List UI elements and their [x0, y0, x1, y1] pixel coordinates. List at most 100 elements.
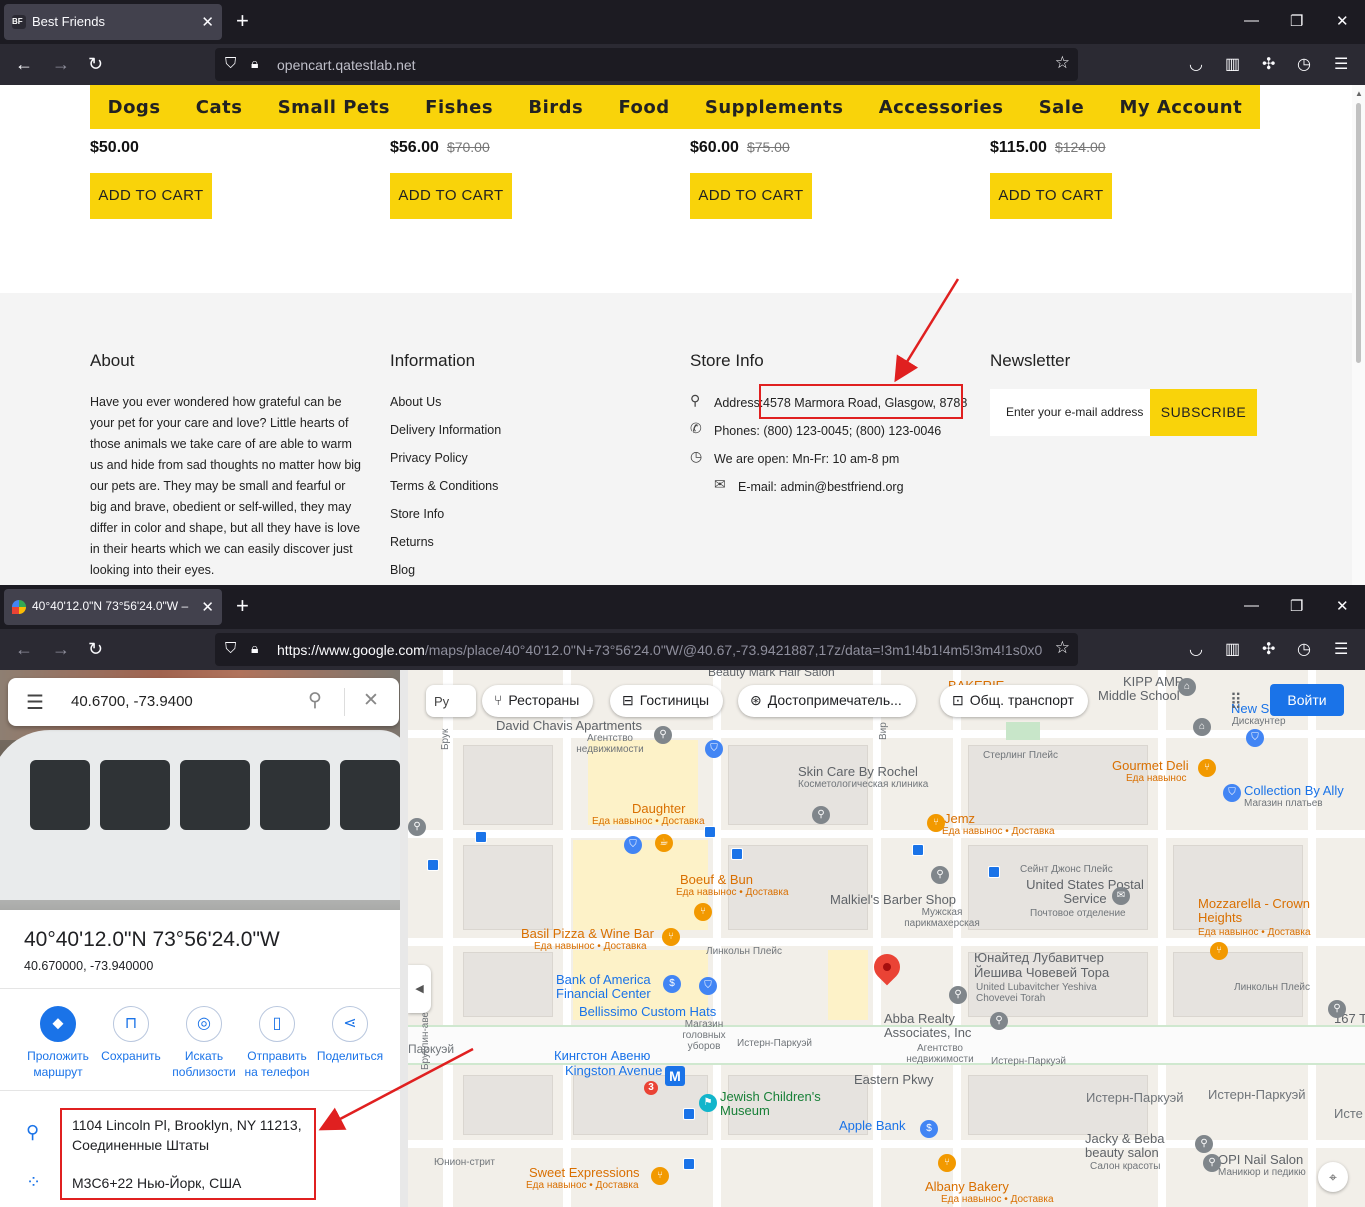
search-icon[interactable]: ⚲: [308, 689, 322, 712]
pocket-icon[interactable]: ◡: [1189, 639, 1203, 659]
link-privacy-policy[interactable]: Privacy Policy: [390, 451, 468, 465]
scroll-thumb[interactable]: [1356, 103, 1361, 363]
subscribe-button[interactable]: SUBSCRIBE: [1150, 389, 1257, 436]
map-label[interactable]: Albany Bakery: [925, 1179, 1009, 1194]
map-label[interactable]: Skin Care By Rochel: [798, 764, 918, 779]
bus-stop-icon[interactable]: [683, 1108, 695, 1120]
menu-my-account[interactable]: My Account: [1119, 97, 1242, 118]
map-label[interactable]: Юнайтед Лубавитчер Йешива Човевей Тора: [974, 950, 1134, 980]
add-to-cart-button[interactable]: ADD TO CART: [990, 173, 1112, 219]
address-bar[interactable]: ⛉ 🔒︎ opencart.qatestlab.net ☆: [215, 48, 1078, 81]
menu-icon[interactable]: ☰: [26, 690, 44, 715]
reader-view-icon[interactable]: ▥: [1225, 54, 1240, 74]
bus-stop-icon[interactable]: [427, 859, 439, 871]
newsletter-email-input[interactable]: Enter your e-mail address: [990, 389, 1150, 436]
map-label[interactable]: Bank of America Financial Center: [556, 973, 676, 1001]
map-label[interactable]: Mozzarella - Crown Heights: [1198, 897, 1318, 925]
restaurant-icon[interactable]: ⑂: [938, 1154, 956, 1172]
map-label[interactable]: Malkiel's Barber Shop: [830, 892, 956, 907]
bus-stop-icon[interactable]: [704, 826, 716, 838]
bookmark-star-icon[interactable]: ☆: [1055, 53, 1070, 73]
bookmark-star-icon[interactable]: ☆: [1055, 638, 1070, 658]
map-label[interactable]: David Chavis Apartments: [496, 718, 642, 733]
real-estate-icon[interactable]: ⚲: [654, 726, 672, 744]
cafe-icon[interactable]: ☕︎: [655, 834, 673, 852]
sign-in-button[interactable]: Войти: [1270, 684, 1344, 716]
map-label[interactable]: Apple Bank: [839, 1118, 906, 1133]
place-icon[interactable]: ⚲: [1328, 1000, 1346, 1018]
salon-icon[interactable]: ⚲: [1195, 1135, 1213, 1153]
close-window-icon[interactable]: ✕: [1336, 597, 1349, 615]
map-label[interactable]: Sweet Expressions: [529, 1165, 640, 1180]
school-icon[interactable]: ⚲: [949, 986, 967, 1004]
chip-restaurants[interactable]: ⑂ Рестораны: [482, 685, 594, 717]
map-label[interactable]: Middle School: [1098, 688, 1180, 703]
send-to-phone-button[interactable]: ▯ Отправить на телефон: [239, 1006, 315, 1080]
subway-station-icon[interactable]: M: [665, 1066, 685, 1086]
add-to-cart-button[interactable]: ADD TO CART: [390, 173, 512, 219]
app-menu-icon[interactable]: ☰: [1334, 639, 1348, 659]
nearby-button[interactable]: ◎ Искать поблизости: [166, 1006, 242, 1080]
url-text[interactable]: https://www.google.com/maps/place/40°40'…: [277, 642, 1047, 658]
map-label[interactable]: Daughter: [632, 801, 685, 816]
shield-icon[interactable]: ⛉: [225, 55, 236, 72]
minimize-icon[interactable]: —: [1244, 597, 1259, 614]
minimize-icon[interactable]: —: [1244, 12, 1259, 29]
close-icon[interactable]: ✕: [363, 689, 379, 712]
back-icon[interactable]: ←: [15, 639, 33, 659]
extensions-icon[interactable]: ✣: [1262, 639, 1275, 659]
link-store-info[interactable]: Store Info: [390, 507, 444, 521]
post-office-icon[interactable]: ✉: [1112, 887, 1130, 905]
map-label[interactable]: Boeuf & Bun: [680, 872, 753, 887]
map-label[interactable]: Collection By Ally: [1244, 783, 1344, 798]
lock-icon[interactable]: 🔒︎: [251, 55, 258, 72]
museum-icon[interactable]: ⚑: [699, 1094, 717, 1112]
restaurant-icon[interactable]: ⑂: [662, 928, 680, 946]
bus-stop-icon[interactable]: [988, 866, 1000, 878]
map-label[interactable]: Jacky & Beba beauty salon: [1085, 1132, 1185, 1160]
restore-icon[interactable]: ❐: [1290, 597, 1303, 615]
map-label[interactable]: Abba Realty Associates, Inc: [884, 1012, 994, 1040]
history-icon[interactable]: ◷: [1297, 639, 1311, 659]
scroll-up-icon[interactable]: ▲: [1355, 89, 1363, 98]
close-tab-icon[interactable]: ✕: [201, 13, 214, 31]
menu-cats[interactable]: Cats: [196, 97, 243, 118]
link-returns[interactable]: Returns: [390, 535, 434, 549]
map-label[interactable]: KIPP AMP: [1123, 674, 1183, 689]
tab-google-maps[interactable]: 40°40'12.0"N 73°56'24.0"W – Go ✕: [4, 589, 222, 625]
search-input[interactable]: 40.6700, -73.9400: [71, 693, 193, 710]
restore-icon[interactable]: ❐: [1290, 12, 1303, 30]
map-canvas[interactable]: Beauty Mark Hair Salon BAKERIE KIPP AMP …: [408, 670, 1365, 1207]
shopping-icon[interactable]: ⛉: [1246, 729, 1264, 747]
extensions-icon[interactable]: ✣: [1262, 54, 1275, 74]
shopping-icon[interactable]: ⛉: [699, 977, 717, 995]
salon-icon[interactable]: ⚲: [1203, 1154, 1221, 1172]
link-about-us[interactable]: About Us: [390, 395, 441, 409]
save-button[interactable]: ⊓ Сохранить: [93, 1006, 169, 1064]
directions-button[interactable]: ⬥ Проложить маршрут: [20, 1006, 96, 1080]
forward-icon[interactable]: →: [52, 54, 70, 74]
forward-icon[interactable]: →: [52, 639, 70, 659]
collapse-panel-icon[interactable]: ◀: [408, 965, 431, 1013]
place-icon[interactable]: ⚲: [408, 818, 426, 836]
link-terms-conditions[interactable]: Terms & Conditions: [390, 479, 498, 493]
map-label[interactable]: Kingston Avenue: [565, 1063, 662, 1078]
school-icon[interactable]: ⌂: [1193, 718, 1211, 736]
chip-hotels[interactable]: ⊟ Гостиницы: [610, 685, 724, 717]
reload-icon[interactable]: ↻: [88, 639, 103, 659]
map-label[interactable]: Jewish Children's Museum: [720, 1090, 830, 1118]
menu-small-pets[interactable]: Small Pets: [278, 97, 390, 118]
url-text[interactable]: opencart.qatestlab.net: [277, 57, 1047, 73]
panel-scrollbar[interactable]: [400, 670, 408, 1207]
restaurant-icon[interactable]: ⑂: [1210, 942, 1228, 960]
shield-icon[interactable]: ⛉: [225, 640, 236, 657]
tab-best-friends[interactable]: BF Best Friends ✕: [4, 4, 222, 40]
bus-stop-icon[interactable]: [731, 848, 743, 860]
school-icon[interactable]: ⌂: [1178, 678, 1196, 696]
reload-icon[interactable]: ↻: [88, 54, 103, 74]
map-label[interactable]: Gourmet Deli: [1112, 758, 1189, 773]
lock-icon[interactable]: 🔒︎: [251, 640, 258, 657]
add-to-cart-button[interactable]: ADD TO CART: [690, 173, 812, 219]
real-estate-icon[interactable]: ⚲: [990, 1012, 1008, 1030]
language-layers-button[interactable]: Ру▼: [426, 685, 490, 717]
